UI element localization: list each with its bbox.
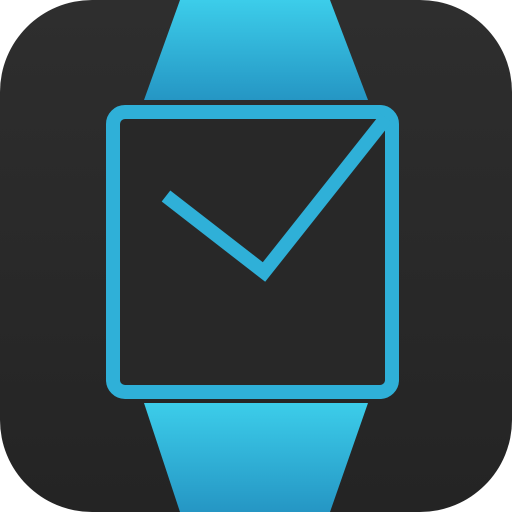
app-icon [0, 0, 512, 512]
watch-strap-top [144, 0, 368, 100]
watch-strap-bottom [144, 403, 368, 512]
app-icon-graphic [0, 0, 512, 512]
